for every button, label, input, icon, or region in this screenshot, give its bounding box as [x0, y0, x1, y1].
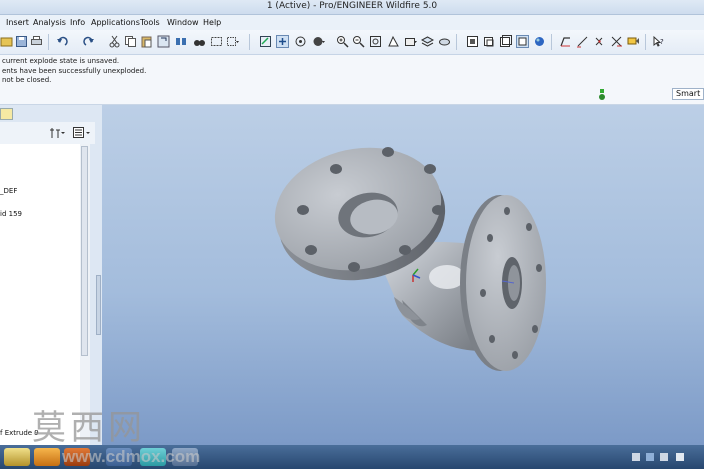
select-dropdown-icon[interactable]	[226, 35, 239, 48]
sketch-icon[interactable]	[559, 35, 572, 48]
repaint-icon[interactable]	[259, 35, 272, 48]
watermark-logo: 莫西网	[32, 400, 146, 449]
paste-icon[interactable]	[140, 35, 153, 48]
toolbar-separator	[456, 34, 457, 50]
regenerate-icon[interactable]	[157, 35, 170, 48]
status-light-icon	[598, 89, 606, 101]
csys-tool-icon[interactable]	[610, 35, 623, 48]
zoom-in-icon[interactable]	[336, 35, 349, 48]
message-line: ents have been successfully unexploded.	[2, 67, 147, 75]
svg-text:?: ?	[660, 38, 664, 46]
tree-item[interactable]: id 159	[0, 210, 22, 218]
menu-help[interactable]: Help	[203, 18, 221, 27]
zoom-out-icon[interactable]	[352, 35, 365, 48]
datum-axes-icon[interactable]	[499, 35, 512, 48]
window-title: 1 (Active) - Pro/ENGINEER Wildfire 5.0	[266, 1, 438, 11]
graphics-window[interactable]	[102, 105, 704, 445]
menu-applications[interactable]: Applications	[91, 18, 140, 27]
model-tree-header	[0, 122, 95, 144]
toolbar-separator	[551, 34, 552, 50]
watermark-char: 西	[70, 408, 108, 448]
point-tool-icon[interactable]	[593, 35, 606, 48]
orient-mode-icon[interactable]	[294, 35, 307, 48]
whats-this-icon[interactable]: ?	[652, 35, 665, 48]
menu-analysis[interactable]: Analysis	[33, 18, 66, 27]
title-bar: 1 (Active) - Pro/ENGINEER Wildfire 5.0	[0, 0, 704, 15]
reorient-icon[interactable]	[387, 35, 400, 48]
menu-bar: Insert Analysis Info Applications Tools …	[0, 15, 704, 30]
folder-tab-icon[interactable]	[0, 108, 13, 120]
print-icon[interactable]	[30, 35, 43, 48]
tray-area	[630, 451, 700, 463]
message-line: current explode state is unsaved.	[2, 57, 120, 65]
view-manager-icon[interactable]	[466, 35, 479, 48]
watermark-url: www.cdmox.com	[62, 447, 201, 466]
os-taskbar: www.cdmox.com	[0, 445, 704, 469]
toolbar-separator	[645, 34, 646, 50]
select-box-icon[interactable]	[210, 35, 223, 48]
spin-center-icon[interactable]	[276, 35, 289, 48]
menu-info[interactable]: Info	[70, 18, 85, 27]
media-taskbar-icon[interactable]	[34, 448, 60, 466]
navigator-panel: _DEF id 159 f Extrude 9	[0, 105, 102, 445]
show-dropdown-icon[interactable]	[72, 126, 92, 140]
watermark-char: 莫	[32, 408, 70, 448]
datum-points-icon[interactable]	[516, 35, 529, 48]
menu-tools[interactable]: Tools	[140, 18, 160, 27]
menu-window[interactable]: Window	[167, 18, 199, 27]
settings-dropdown-icon[interactable]	[48, 126, 66, 140]
panel-resize-handle[interactable]	[96, 275, 101, 335]
analysis-tool-icon[interactable]	[627, 35, 640, 48]
undo-icon[interactable]	[56, 35, 69, 48]
coordinate-systems-icon[interactable]	[533, 35, 546, 48]
main-toolbar: ?	[0, 30, 704, 55]
saved-views-icon[interactable]	[404, 35, 417, 48]
open-icon[interactable]	[0, 35, 13, 48]
tree-item[interactable]: _DEF	[0, 187, 17, 195]
selection-filter[interactable]: Smart	[672, 88, 704, 100]
find-icon[interactable]	[193, 35, 206, 48]
toolbar-separator	[249, 34, 250, 50]
axis-tool-icon[interactable]	[576, 35, 589, 48]
cut-icon[interactable]	[108, 35, 121, 48]
layers-icon[interactable]	[420, 35, 435, 48]
scrollbar-thumb[interactable]	[81, 146, 88, 356]
save-icon[interactable]	[15, 35, 28, 48]
appearance-icon[interactable]	[438, 35, 451, 48]
explorer-taskbar-icon[interactable]	[4, 448, 30, 466]
message-area: current explode state is unsaved. ents h…	[0, 55, 704, 105]
toolbar-separator	[48, 34, 49, 50]
pipe-elbow-model	[274, 147, 546, 371]
redo-icon[interactable]	[82, 35, 95, 48]
menu-insert[interactable]: Insert	[6, 18, 29, 27]
regen-manager-icon[interactable]	[175, 35, 188, 48]
copy-icon[interactable]	[124, 35, 137, 48]
watermark-char: 网	[108, 408, 146, 448]
message-line: not be closed.	[2, 76, 52, 84]
datum-planes-icon[interactable]	[482, 35, 495, 48]
refit-icon[interactable]	[369, 35, 382, 48]
display-style-icon[interactable]	[312, 35, 325, 48]
